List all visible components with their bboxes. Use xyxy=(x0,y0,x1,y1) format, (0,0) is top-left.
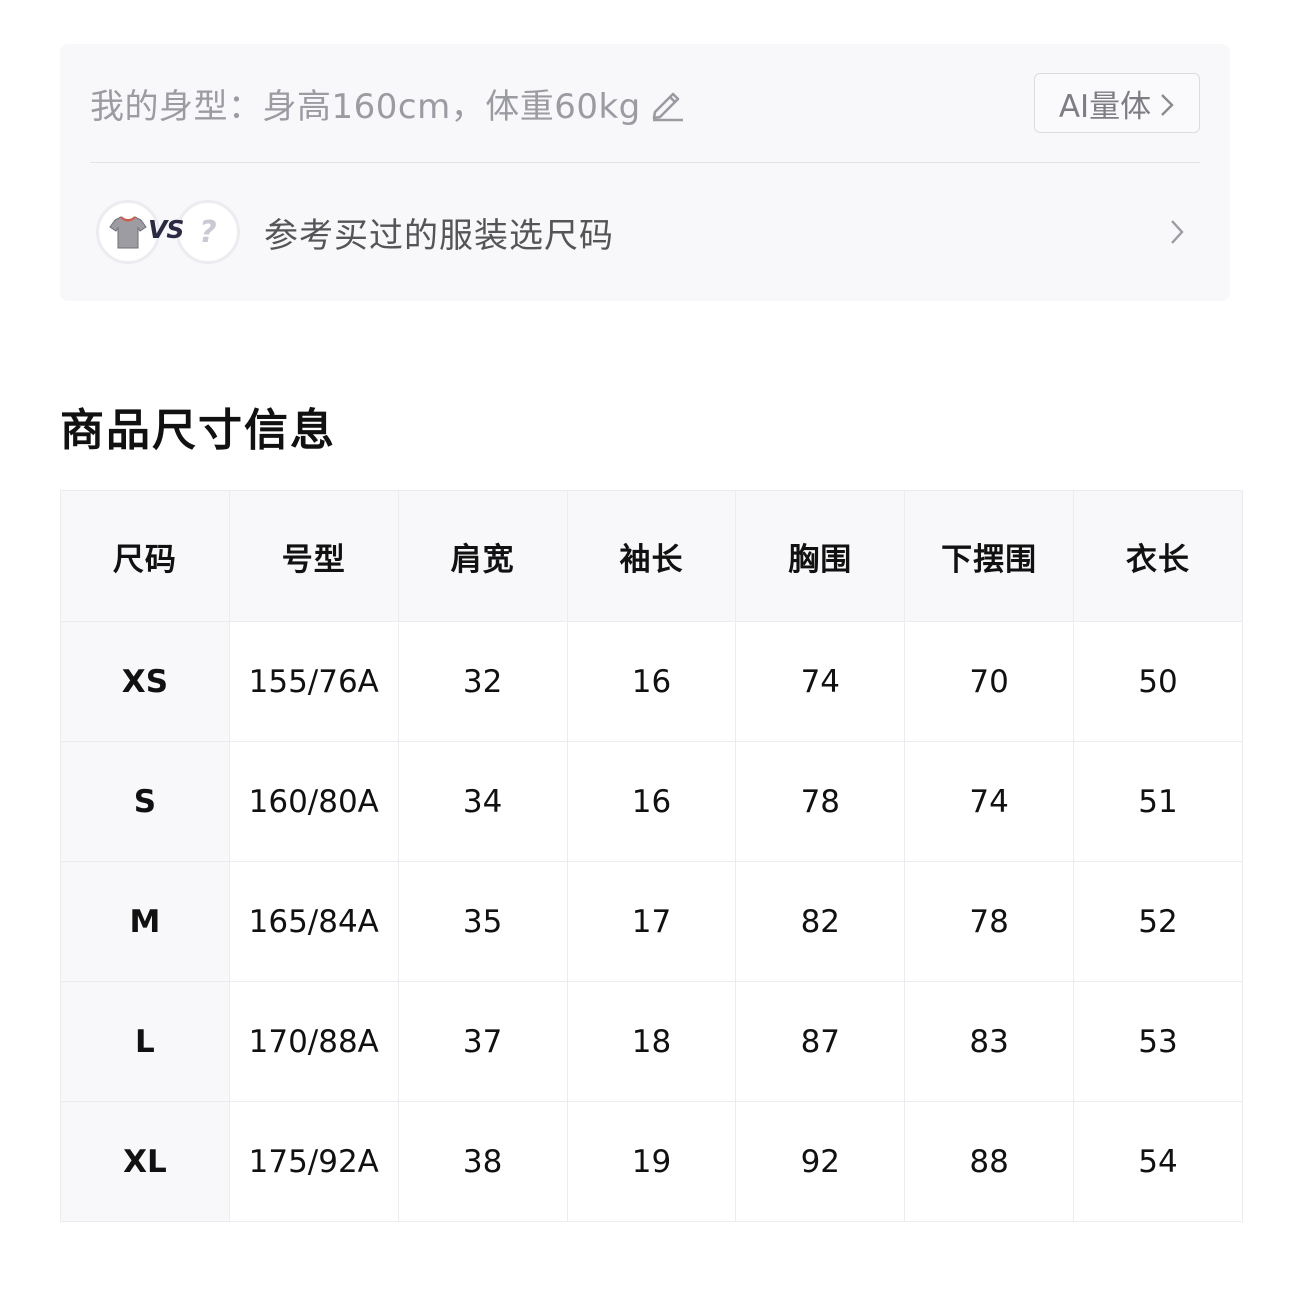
reference-size-text: 参考买过的服装选尺码 xyxy=(264,215,614,256)
ai-measure-label: AI量体 xyxy=(1058,88,1152,125)
edit-pencil-icon[interactable] xyxy=(647,84,685,122)
table-cell: 50 xyxy=(1073,621,1243,742)
table-cell: 37 xyxy=(397,981,568,1102)
table-cell: 165/84A xyxy=(228,861,399,982)
table-cell: XS xyxy=(60,621,230,742)
table-cell: 16 xyxy=(566,621,737,742)
table-cell: 87 xyxy=(735,981,906,1102)
table-cell: S xyxy=(60,741,230,862)
table-cell: 16 xyxy=(566,741,737,862)
unknown-avatar: ? xyxy=(176,200,240,264)
table-cell: 51 xyxy=(1073,741,1243,862)
table-row: XL 175/92A 38 19 92 88 54 xyxy=(60,1101,1243,1222)
section-title: 商品尺寸信息 xyxy=(60,405,336,456)
table-cell: 78 xyxy=(904,861,1075,982)
body-profile-text: 我的身型：身高160cm，体重60kg xyxy=(90,86,641,127)
header-shoulder: 肩宽 xyxy=(397,490,568,622)
table-cell: 170/88A xyxy=(228,981,399,1102)
table-cell: 19 xyxy=(566,1101,737,1222)
table-cell: 53 xyxy=(1073,981,1243,1102)
table-row: L 170/88A 37 18 87 83 53 xyxy=(60,981,1243,1102)
reference-size-row[interactable]: ? VS 参考买过的服装选尺码 xyxy=(90,163,1200,301)
header-model: 号型 xyxy=(228,490,399,622)
header-length: 衣长 xyxy=(1073,490,1243,622)
table-cell: 88 xyxy=(904,1101,1075,1222)
table-cell: 155/76A xyxy=(228,621,399,742)
table-row: XS 155/76A 32 16 74 70 50 xyxy=(60,621,1243,742)
ai-measure-button[interactable]: AI量体 xyxy=(1034,73,1200,133)
header-sleeve: 袖长 xyxy=(566,490,737,622)
table-cell: 52 xyxy=(1073,861,1243,982)
table-cell: 18 xyxy=(566,981,737,1102)
table-cell: 78 xyxy=(735,741,906,862)
compare-avatars: ? VS xyxy=(90,197,240,267)
table-cell: 82 xyxy=(735,861,906,982)
table-cell: M xyxy=(60,861,230,982)
table-cell: 70 xyxy=(904,621,1075,742)
table-cell: 38 xyxy=(397,1101,568,1222)
table-cell: 83 xyxy=(904,981,1075,1102)
chevron-right-icon xyxy=(1159,90,1175,116)
table-cell: 17 xyxy=(566,861,737,982)
table-cell: 92 xyxy=(735,1101,906,1222)
table-cell: 175/92A xyxy=(228,1101,399,1222)
table-cell: 74 xyxy=(735,621,906,742)
tshirt-icon xyxy=(109,216,147,249)
table-cell: 32 xyxy=(397,621,568,742)
table-cell: 74 xyxy=(904,741,1075,862)
table-header-row: 尺码 号型 肩宽 袖长 胸围 下摆围 衣长 xyxy=(60,490,1243,622)
header-size: 尺码 xyxy=(60,490,230,622)
chevron-right-icon xyxy=(1168,217,1186,247)
header-hem: 下摆围 xyxy=(904,490,1075,622)
header-chest: 胸围 xyxy=(735,490,906,622)
size-table: 尺码 号型 肩宽 袖长 胸围 下摆围 衣长 XS 155/76A 32 16 7… xyxy=(60,490,1243,1222)
table-cell: 160/80A xyxy=(228,741,399,862)
table-cell: 54 xyxy=(1073,1101,1243,1222)
body-profile-card: 我的身型：身高160cm，体重60kg AI量体 ? VS 参考买过的服装选尺码 xyxy=(60,44,1230,301)
vs-badge: VS xyxy=(148,215,184,244)
question-mark-icon: ? xyxy=(199,214,217,250)
table-cell: XL xyxy=(60,1101,230,1222)
table-cell: 35 xyxy=(397,861,568,982)
table-cell: 34 xyxy=(397,741,568,862)
table-row: S 160/80A 34 16 78 74 51 xyxy=(60,741,1243,862)
table-cell: L xyxy=(60,981,230,1102)
table-row: M 165/84A 35 17 82 78 52 xyxy=(60,861,1243,982)
